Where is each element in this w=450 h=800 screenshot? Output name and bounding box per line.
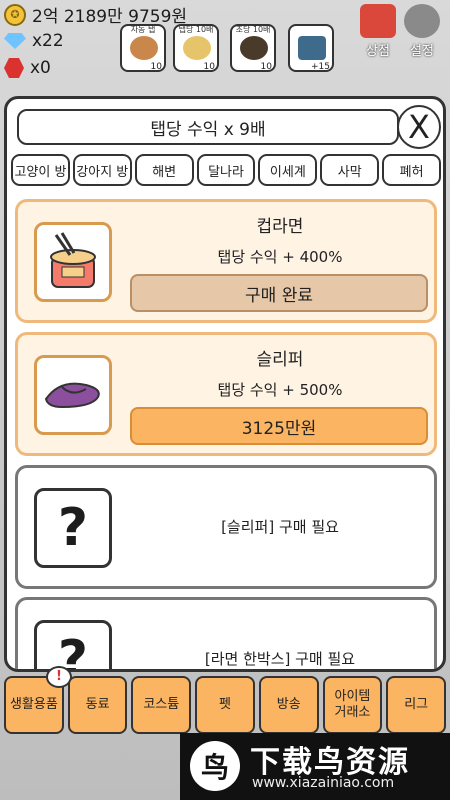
- item-name: 컵라면: [256, 217, 304, 237]
- tab-beach[interactable]: 해변: [134, 154, 194, 186]
- coin-icon: ✪: [4, 3, 26, 26]
- nav-costume[interactable]: 코스튬: [131, 676, 192, 734]
- ruby-display: x0: [4, 58, 51, 78]
- upgrade-modal: 탭당 수익 x 9배 X 고양이 방 강아지 방 해변 달나라 이세계 사막 폐…: [4, 96, 446, 672]
- ruby-icon: [4, 58, 24, 78]
- item-card-locked: ? [슬리퍼] 구매 필요: [15, 465, 437, 589]
- item-card-slipper: 슬리퍼 탭당 수익 + 500% 3125만원: [15, 332, 437, 456]
- nav-pet[interactable]: 펫: [195, 676, 255, 734]
- close-button[interactable]: X: [397, 105, 441, 149]
- second-10x-tile[interactable]: 초당 10배 10: [230, 24, 276, 72]
- item-desc: 탭당 수익 + 500%: [217, 381, 343, 399]
- slipper-icon: [34, 355, 112, 435]
- video-icon: [298, 36, 326, 60]
- tab-dog-room[interactable]: 강아지 방: [72, 154, 132, 186]
- question-icon: ?: [34, 488, 112, 568]
- question-icon: ?: [34, 620, 112, 669]
- item-card-cup-ramen: 컵라면 탭당 수익 + 400% 구매 완료: [15, 199, 437, 323]
- tap-10x-tile[interactable]: 탭당 10배 10: [173, 24, 219, 72]
- shop-button[interactable]: 상점: [360, 4, 396, 59]
- item-requirement: [슬리퍼] 구매 필요: [221, 518, 339, 536]
- nav-broadcast[interactable]: 방송: [258, 676, 319, 734]
- close-icon: X: [408, 108, 430, 146]
- buy-button[interactable]: 3125만원: [130, 407, 428, 445]
- watermark-url: www.xiazainiao.com: [252, 775, 395, 791]
- watermark: 鸟 下载鸟资源 www.xiazainiao.com: [180, 733, 450, 800]
- ruby-count: x0: [30, 58, 51, 78]
- bird-logo-icon: 鸟: [190, 741, 240, 791]
- nav-league[interactable]: 리그: [386, 676, 447, 734]
- gear-icon: [404, 4, 440, 38]
- chicken-icon: [130, 36, 158, 60]
- purchased-button[interactable]: 구매 완료: [130, 274, 428, 312]
- nav-household-goods[interactable]: ! 생활용품: [4, 666, 72, 734]
- tab-cat-room[interactable]: 고양이 방: [11, 154, 70, 186]
- auto-tap-tile[interactable]: 자동 탭 10: [120, 24, 166, 72]
- tab-ruins[interactable]: 폐허: [382, 154, 442, 186]
- settings-button[interactable]: 설정: [404, 4, 440, 59]
- tab-moon[interactable]: 달나라: [196, 154, 256, 186]
- store-icon: [360, 4, 396, 38]
- room-tabs: 고양이 방 강아지 방 해변 달나라 이세계 사막 폐허: [11, 154, 442, 186]
- diamond-icon: [4, 33, 26, 49]
- noodle-icon: [240, 36, 268, 60]
- modal-title: 탭당 수익 x 9배: [17, 109, 399, 145]
- bottom-nav: ! 생활용품 동료 코스튬 펫 방송 아이템 거래소 리그: [4, 666, 447, 734]
- video-reward-tile[interactable]: +15: [288, 24, 334, 72]
- item-name: 슬리퍼: [256, 350, 304, 370]
- item-desc: 탭당 수익 + 400%: [217, 248, 343, 266]
- item-card-locked: ? [라면 한박스] 구매 필요: [15, 597, 437, 669]
- gem-count: x22: [32, 31, 64, 51]
- nav-colleagues[interactable]: 동료: [67, 676, 128, 734]
- nav-item-exchange[interactable]: 아이템 거래소: [322, 676, 383, 734]
- tab-desert[interactable]: 사막: [320, 154, 380, 186]
- tab-other-world[interactable]: 이세계: [258, 154, 318, 186]
- gem-display: x22: [4, 31, 64, 51]
- pizza-icon: [183, 36, 211, 60]
- cup-ramen-icon: [34, 222, 112, 302]
- item-requirement: [라면 한박스] 구매 필요: [204, 650, 356, 668]
